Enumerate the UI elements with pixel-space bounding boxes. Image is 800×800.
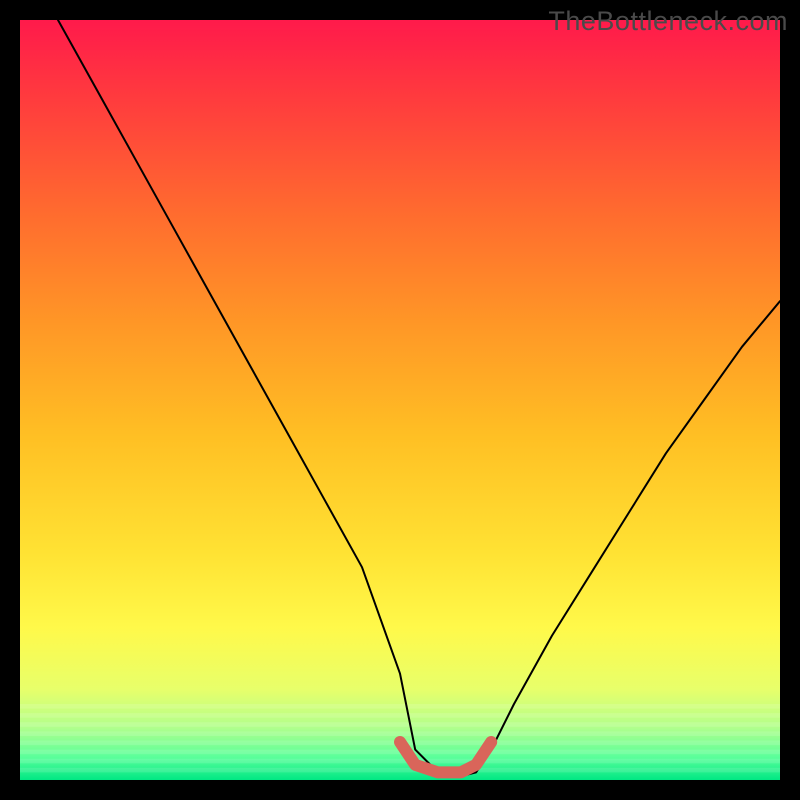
watermark-text: TheBottleneck.com — [548, 6, 788, 37]
chart-container: TheBottleneck.com — [0, 0, 800, 800]
plot-area — [20, 20, 780, 780]
chart-svg — [20, 20, 780, 780]
gradient-background — [20, 20, 780, 780]
